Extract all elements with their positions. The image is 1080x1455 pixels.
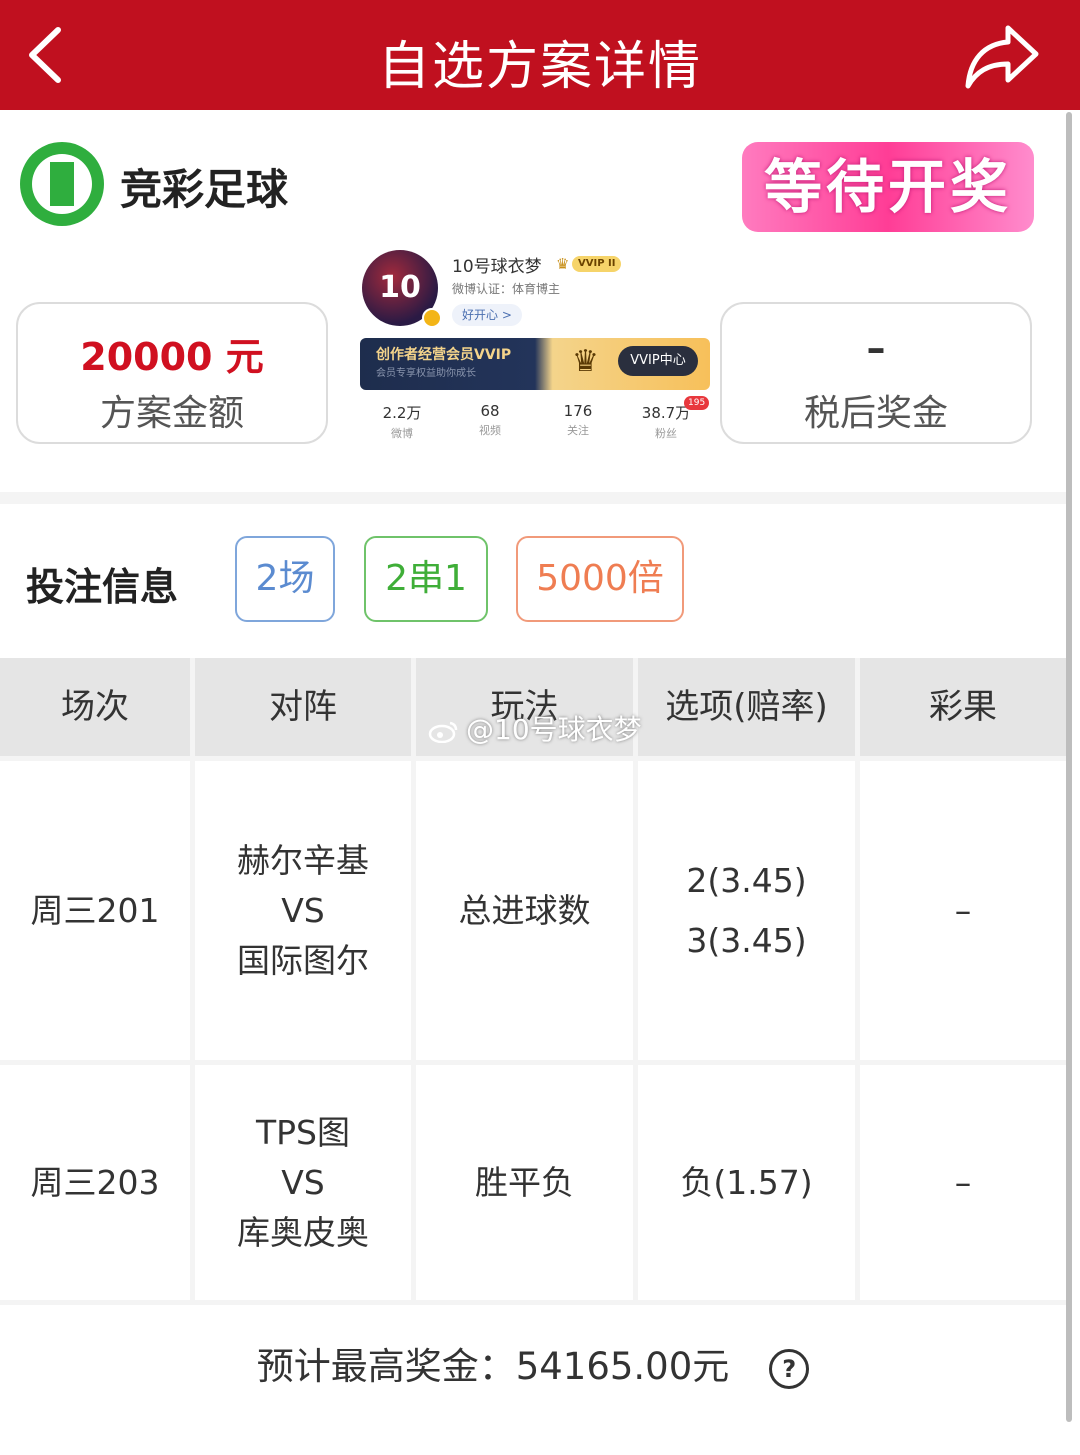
play-type-cell: 胜平负 <box>416 1065 633 1300</box>
options-cell: 2(3.45) 3(3.45) <box>638 761 855 1060</box>
play-type-cell: 总进球数 <box>416 761 633 1060</box>
home-team: TPS图 <box>255 1112 350 1152</box>
watermark-text: @10号球衣梦 <box>466 713 642 746</box>
matchup-cell: TPS图 VS 库奥皮奥 <box>195 1065 411 1300</box>
after-tax-prize-value: – <box>866 326 886 370</box>
after-tax-prize-label: 税后奖金 <box>803 393 948 434</box>
max-prize-label: 预计最高奖金： <box>256 1345 516 1388</box>
stat-unit: 微博 <box>391 427 413 440</box>
combo-type-tag: 2串1 <box>364 536 488 622</box>
result-cell: – <box>860 1065 1066 1300</box>
multiplier-tag: 5000倍 <box>516 536 684 622</box>
column-header: 场次 <box>61 687 129 727</box>
scrollbar[interactable] <box>1066 112 1072 1422</box>
profile-stats: 2.2万 微博 68 视频 176 关注 38.7万 粉丝 <box>358 402 712 446</box>
vs-text: VS <box>281 890 325 930</box>
vs-text: VS <box>281 1162 325 1202</box>
avatar-jersey-number: 10 <box>379 270 421 305</box>
away-team: 库奥皮奥 <box>237 1212 369 1252</box>
result-cell: – <box>860 761 1066 1060</box>
brand-name: 竞彩足球 <box>120 165 289 214</box>
plan-amount-label: 方案金额 <box>99 393 244 434</box>
column-header: 选项(赔率) <box>665 687 828 727</box>
column-header: 彩果 <box>929 687 997 727</box>
watermark: @10号球衣梦 <box>428 708 642 748</box>
section-divider <box>0 492 1066 504</box>
session-cell: 周三201 <box>0 761 190 1060</box>
session-text: 周三201 <box>30 890 160 930</box>
vip-banner-title: 创作者经营会员VVIP <box>376 347 512 363</box>
result-text: – <box>954 1162 972 1202</box>
football-logo-icon <box>20 142 104 226</box>
options-cell: 负(1.57) <box>638 1065 855 1300</box>
question-circle-icon[interactable]: ? <box>769 1348 810 1389</box>
plan-amount-card: 20000 元 方案金额 <box>16 302 328 444</box>
max-prize-value: 54165.00元 <box>515 1345 730 1388</box>
stat-videos[interactable]: 68 视频 <box>460 402 520 438</box>
vip-center-button[interactable]: VVIP中心 <box>618 346 698 376</box>
fans-count-badge: 195 <box>684 396 710 410</box>
stat-unit: 视频 <box>479 424 501 437</box>
verified-icon <box>422 308 442 328</box>
stat-following[interactable]: 176 关注 <box>548 402 608 438</box>
vip-banner[interactable]: 创作者经营会员VVIP 会员专享权益助你成长 ♛ VVIP中心 <box>360 338 710 390</box>
plan-amount-value: 20000 元 <box>80 335 264 379</box>
share-arrow-icon[interactable] <box>962 20 1042 92</box>
crown-icon: ♛ <box>572 344 599 379</box>
option-odds: 2(3.45) <box>686 860 807 900</box>
stat-unit: 关注 <box>567 424 589 437</box>
stat-number: 68 <box>480 402 500 420</box>
app-header: 自选方案详情 <box>0 0 1080 110</box>
profile-card[interactable]: 10 10号球衣梦 ♛ VVIP II 微博认证：体育博主 好开心 > 创作者经… <box>358 246 712 444</box>
column-header: 对阵 <box>269 687 337 727</box>
vip-banner-subtitle: 会员专享权益助你成长 <box>376 368 476 379</box>
mood-tag[interactable]: 好开心 > <box>452 304 522 326</box>
matchup-cell: 赫尔辛基 VS 国际图尔 <box>195 761 411 1060</box>
play-type-text: 总进球数 <box>458 890 591 930</box>
option-odds: 负(1.57) <box>680 1162 813 1202</box>
play-type-text: 胜平负 <box>475 1162 574 1202</box>
away-team: 国际图尔 <box>237 940 369 980</box>
result-text: – <box>954 890 972 930</box>
matches-count-tag: 2场 <box>235 536 335 622</box>
bet-info-label: 投注信息 <box>26 565 179 609</box>
vip-level-badge: VVIP II <box>572 256 622 272</box>
after-tax-prize-card: – 税后奖金 <box>720 302 1032 444</box>
status-banner: 等待开奖 <box>742 142 1034 232</box>
session-text: 周三203 <box>30 1162 160 1202</box>
table-divider <box>0 1300 1066 1305</box>
weibo-icon <box>428 721 458 743</box>
stat-number: 2.2万 <box>382 404 422 422</box>
crown-icon: ♛ <box>556 255 570 273</box>
home-team: 赫尔辛基 <box>237 840 369 880</box>
page-title: 自选方案详情 <box>377 37 702 97</box>
stat-weibo[interactable]: 2.2万 微博 <box>372 402 432 441</box>
stat-unit: 粉丝 <box>655 427 677 440</box>
profile-name[interactable]: 10号球衣梦 <box>452 252 542 277</box>
stat-number: 176 <box>563 402 593 420</box>
session-cell: 周三203 <box>0 1065 190 1300</box>
option-odds: 3(3.45) <box>686 920 807 960</box>
certification-text: 微博认证：体育博主 <box>452 282 561 296</box>
max-prize-footer: 预计最高奖金：54165.00元? <box>0 1336 1066 1390</box>
